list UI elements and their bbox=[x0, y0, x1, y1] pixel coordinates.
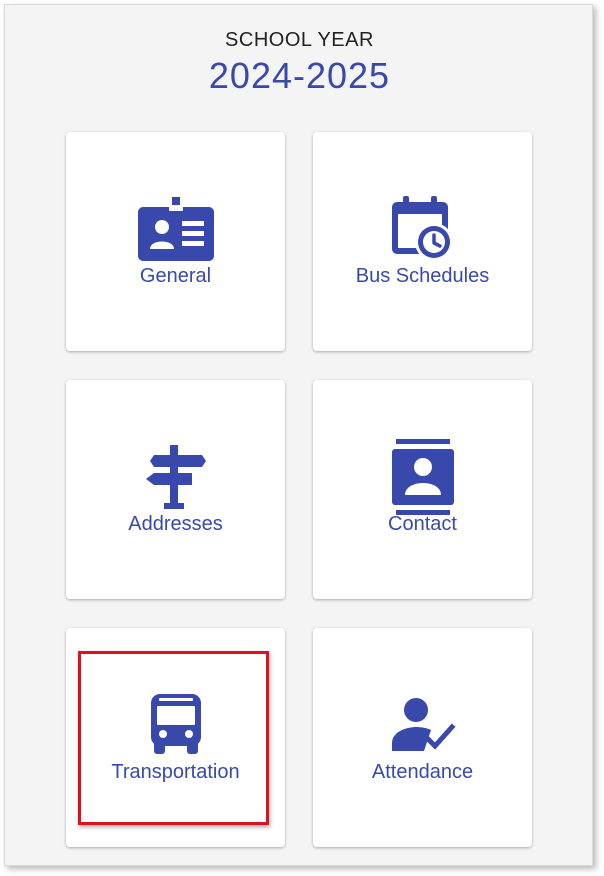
tile-label: Transportation bbox=[111, 761, 240, 783]
tile-bus-schedules[interactable]: Bus Schedules bbox=[313, 132, 532, 351]
tile-label: General bbox=[139, 265, 212, 287]
tile-contact[interactable]: Contact bbox=[313, 380, 532, 599]
signpost-icon bbox=[66, 442, 285, 512]
id-badge-icon bbox=[66, 194, 285, 264]
tile-addresses[interactable]: Addresses bbox=[66, 380, 285, 599]
contact-card-icon bbox=[313, 439, 532, 515]
person-check-icon bbox=[313, 690, 532, 760]
calendar-clock-icon bbox=[313, 194, 532, 264]
tile-label: Addresses bbox=[128, 513, 223, 535]
school-year-value: 2024-2025 bbox=[208, 55, 391, 96]
tile-attendance[interactable]: Attendance bbox=[313, 628, 532, 847]
school-year-label: SCHOOL YEAR bbox=[225, 29, 374, 51]
tile-label: Bus Schedules bbox=[355, 265, 490, 287]
tile-label: Contact bbox=[388, 513, 457, 535]
tile-transportation[interactable]: Transportation bbox=[66, 628, 285, 847]
tile-general[interactable]: General bbox=[66, 132, 285, 351]
tile-label: Attendance bbox=[371, 761, 474, 783]
bus-icon bbox=[66, 690, 285, 760]
